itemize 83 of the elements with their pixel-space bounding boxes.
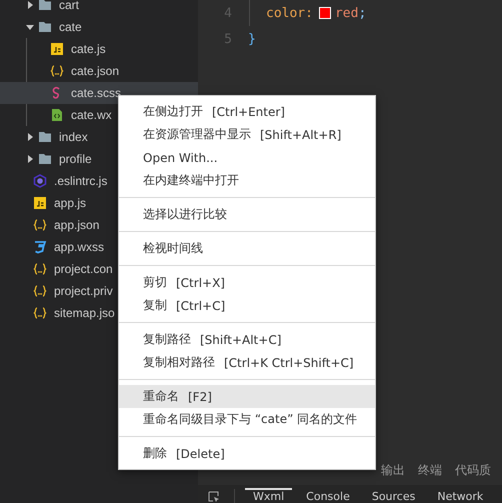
code-token: } bbox=[248, 32, 256, 46]
file-name: project.con bbox=[54, 262, 113, 276]
json-file-icon bbox=[33, 218, 47, 232]
menu-item[interactable]: 删除 [Delete] bbox=[119, 442, 375, 465]
file-name: index bbox=[59, 130, 88, 144]
file-name: cate.js bbox=[71, 42, 106, 56]
caret-right-icon[interactable] bbox=[26, 1, 34, 9]
menu-item[interactable]: Open With... bbox=[119, 146, 375, 169]
file-name: .eslintrc.js bbox=[54, 174, 108, 188]
caret-down-icon[interactable] bbox=[26, 23, 34, 31]
color-swatch[interactable] bbox=[318, 7, 331, 19]
menu-label: 删除 bbox=[143, 445, 167, 462]
menu-item[interactable]: 选择以进行比较 bbox=[119, 203, 375, 226]
folder-row[interactable]: cart bbox=[0, 0, 198, 16]
json-file-icon bbox=[33, 306, 47, 320]
shortcut-label: [Shift+Alt+R] bbox=[260, 128, 342, 142]
folder-icon bbox=[38, 152, 52, 166]
menu-label: 重命名 bbox=[143, 388, 179, 405]
devtools-tab[interactable]: Sources bbox=[364, 488, 424, 503]
menu-label: 检视时间线 bbox=[143, 240, 203, 257]
file-name: app.json bbox=[54, 218, 100, 232]
menu-label: 复制 bbox=[143, 297, 167, 314]
folder-icon bbox=[38, 130, 52, 144]
folder-icon bbox=[38, 20, 52, 34]
menu-label: 在侧边打开 bbox=[143, 103, 203, 120]
folder-row[interactable]: cate bbox=[0, 16, 198, 38]
json-file-icon bbox=[50, 64, 64, 78]
shortcut-label: [F2] bbox=[188, 390, 212, 404]
menu-label: 剪切 bbox=[143, 274, 167, 291]
menu-item[interactable]: 重命名 [F2] bbox=[119, 385, 375, 408]
code-token: ; bbox=[358, 6, 366, 20]
shortcut-label: [Ctrl+Enter] bbox=[212, 104, 285, 118]
shortcut-label: [Ctrl+X] bbox=[176, 276, 225, 290]
file-name: cate bbox=[59, 20, 82, 34]
panel-tab[interactable]: 终端 bbox=[418, 462, 442, 478]
menu-item[interactable]: 重命名同级目录下与 “cate” 同名的文件 bbox=[119, 408, 375, 431]
menu-label: 在内建终端中打开 bbox=[143, 172, 239, 189]
shortcut-label: [Delete] bbox=[176, 446, 225, 460]
js-file-icon bbox=[50, 42, 64, 56]
menu-label: Open With... bbox=[143, 150, 218, 164]
code-token: color: bbox=[266, 6, 313, 20]
json-file-icon bbox=[33, 284, 47, 298]
code-file-icon bbox=[50, 108, 64, 122]
file-name: cate.json bbox=[71, 64, 120, 78]
menu-item[interactable]: 复制路径 [Shift+Alt+C] bbox=[119, 328, 375, 351]
menu-label: 复制路径 bbox=[143, 331, 191, 348]
menu-label: 在资源管理器中显示 bbox=[143, 126, 251, 143]
shortcut-label: [Ctrl+C] bbox=[176, 298, 226, 312]
file-name: sitemap.jso bbox=[54, 306, 115, 320]
devtools-tab[interactable]: Console bbox=[298, 488, 358, 503]
file-name: profile bbox=[59, 152, 92, 166]
folder-icon bbox=[38, 0, 52, 12]
menu-item[interactable]: 复制 [Ctrl+C] bbox=[119, 294, 375, 317]
menu-label: 重命名同级目录下与 “cate” 同名的文件 bbox=[143, 411, 358, 428]
caret-right-icon[interactable] bbox=[26, 155, 34, 163]
menu-item[interactable]: 检视时间线 bbox=[119, 237, 375, 260]
shortcut-label: [Ctrl+K Ctrl+Shift+C] bbox=[224, 356, 354, 370]
shortcut-label: [Shift+Alt+C] bbox=[200, 332, 282, 346]
panel-tab[interactable]: 代码质 bbox=[455, 462, 491, 478]
devtools-tab[interactable]: Network bbox=[429, 488, 492, 503]
menu-label: 选择以进行比较 bbox=[143, 206, 227, 223]
file-name: project.priv bbox=[54, 284, 113, 298]
caret-right-icon[interactable] bbox=[26, 133, 34, 141]
css-file-icon bbox=[33, 240, 47, 254]
file-name: cate.wx bbox=[71, 108, 112, 122]
file-row[interactable]: cate.json bbox=[0, 60, 198, 82]
menu-item[interactable]: 剪切 [Ctrl+X] bbox=[119, 271, 375, 294]
file-name: cate.scss bbox=[71, 86, 122, 100]
select-element-icon[interactable] bbox=[208, 491, 220, 503]
js-file-icon bbox=[33, 196, 47, 210]
menu-item[interactable]: 在内建终端中打开 bbox=[119, 169, 375, 192]
menu-label: 复制相对路径 bbox=[143, 354, 215, 371]
file-name: app.wxss bbox=[54, 240, 104, 254]
file-row[interactable]: cate.js bbox=[0, 38, 198, 60]
json-file-icon bbox=[33, 262, 47, 276]
devtools-tab[interactable]: Wxml bbox=[245, 488, 292, 503]
file-name: cart bbox=[59, 0, 80, 12]
hexagon-icon bbox=[33, 174, 47, 188]
menu-item[interactable]: 复制相对路径 [Ctrl+K Ctrl+Shift+C] bbox=[119, 351, 375, 374]
code-token: red bbox=[334, 6, 358, 20]
panel-tab[interactable]: 输出 bbox=[381, 462, 405, 478]
file-name: app.js bbox=[54, 196, 86, 210]
menu-item[interactable]: 在资源管理器中显示 [Shift+Alt+R] bbox=[119, 123, 375, 146]
